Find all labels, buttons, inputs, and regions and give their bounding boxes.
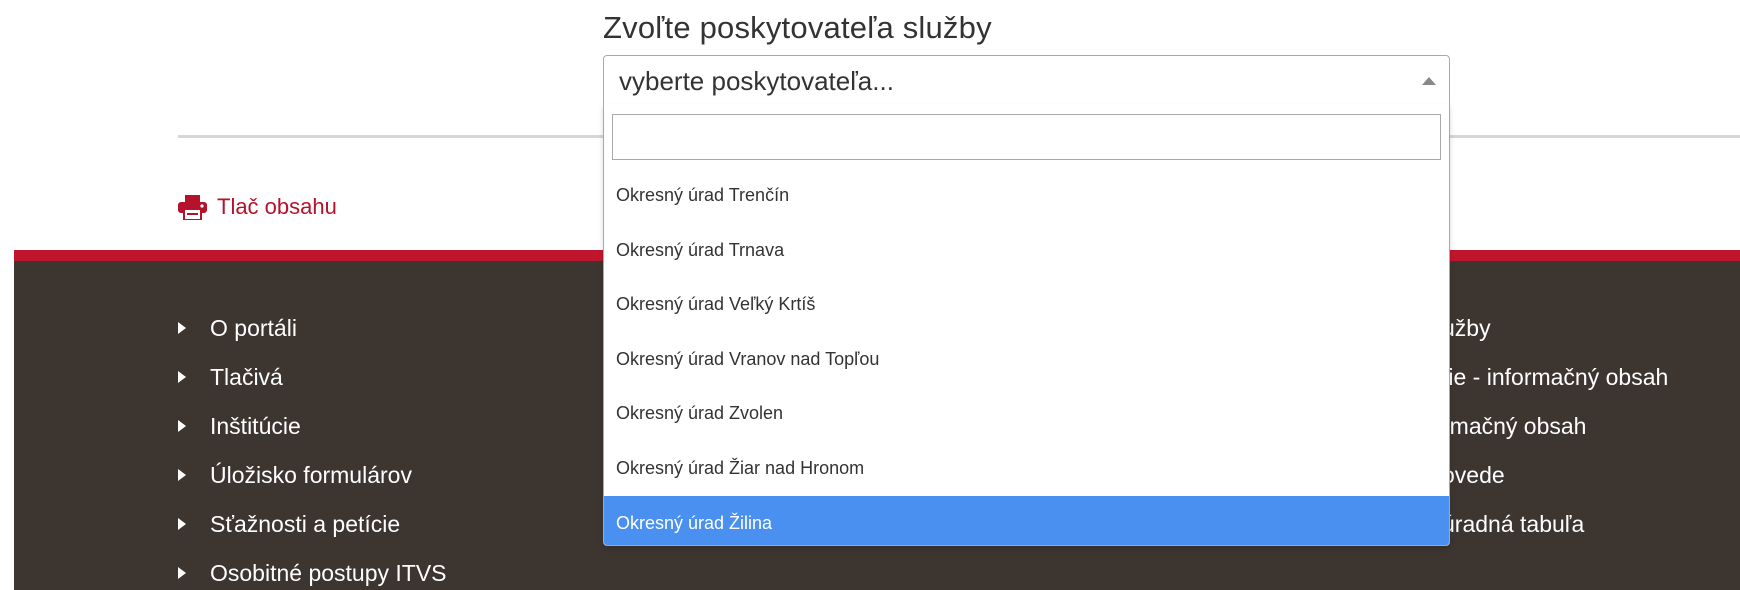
- provider-option[interactable]: Okresný úrad Trnava: [604, 223, 1449, 278]
- caret-right-icon: [178, 420, 186, 432]
- provider-search-input[interactable]: [612, 114, 1441, 160]
- page: Zvoľte poskytovateľa služby Tlač obsahu …: [0, 0, 1740, 590]
- footer-link-label: Sťažnosti a petície: [210, 511, 401, 537]
- footer-link-label: Inštitúcie: [210, 413, 301, 439]
- provider-option[interactable]: Okresný úrad Žilina: [604, 495, 1449, 545]
- provider-select[interactable]: vyberte poskytovateľa...: [603, 55, 1450, 105]
- provider-select-value: vyberte poskytovateľa...: [619, 66, 894, 96]
- footer-links-right: užby tie - informačný obsah rmačný obsah ov…: [1442, 315, 1668, 560]
- footer-link-label: Osobitné postupy ITVS: [210, 560, 447, 586]
- footer-links-left: O portáli Tlačivá Inštitúcie Úložisko formu…: [178, 315, 447, 590]
- print-content-link[interactable]: Tlač obsahu: [178, 194, 337, 220]
- footer-link[interactable]: Inštitúcie: [178, 413, 447, 462]
- footer-link[interactable]: Úložisko formulárov: [178, 462, 447, 511]
- caret-right-icon: [178, 469, 186, 481]
- footer-link-label: O portáli: [210, 315, 297, 341]
- footer-link-label: Úložisko formulárov: [210, 462, 412, 488]
- caret-right-icon: [178, 371, 186, 383]
- provider-option[interactable]: Okresný úrad Zvolen: [604, 386, 1449, 441]
- footer-link[interactable]: ovede: [1442, 462, 1668, 511]
- footer-link[interactable]: Osobitné postupy ITVS: [178, 560, 447, 590]
- footer-link-label: tie - informačný obsah: [1442, 364, 1669, 390]
- provider-option[interactable]: Okresný úrad Trenčín: [604, 168, 1449, 223]
- footer-link-label: rmačný obsah: [1442, 413, 1587, 439]
- footer-link[interactable]: Tlačivá: [178, 364, 447, 413]
- caret-right-icon: [178, 567, 186, 579]
- printer-icon: [178, 194, 207, 220]
- caret-right-icon: [178, 322, 186, 334]
- footer-link[interactable]: O portáli: [178, 315, 447, 364]
- footer-link[interactable]: užby: [1442, 315, 1668, 364]
- print-content-label: Tlač obsahu: [217, 194, 337, 219]
- footer-link[interactable]: Sťažnosti a petície: [178, 511, 447, 560]
- provider-option[interactable]: Okresný úrad Veľký Krtíš: [604, 277, 1449, 332]
- chevron-up-icon: [1422, 77, 1436, 85]
- footer-link[interactable]: úradná tabuľa: [1442, 511, 1668, 560]
- provider-option[interactable]: Okresný úrad Vranov nad Topľou: [604, 332, 1449, 387]
- provider-options-list: Okresný úrad Trenčín Okresný úrad Trnava O…: [604, 168, 1449, 545]
- footer-link-label: ovede: [1442, 462, 1505, 488]
- provider-option[interactable]: Okresný úrad Žiar nad Hronom: [604, 441, 1449, 496]
- footer-link[interactable]: tie - informačný obsah: [1442, 364, 1668, 413]
- provider-dropdown: Okresný úrad Trenčín Okresný úrad Trnava O…: [603, 104, 1450, 546]
- footer-link-label: úradná tabuľa: [1442, 511, 1585, 537]
- caret-right-icon: [178, 518, 186, 530]
- footer-link-label: Tlačivá: [210, 364, 283, 390]
- footer-link[interactable]: rmačný obsah: [1442, 413, 1668, 462]
- provider-field-label: Zvoľte poskytovateľa služby: [603, 10, 992, 45]
